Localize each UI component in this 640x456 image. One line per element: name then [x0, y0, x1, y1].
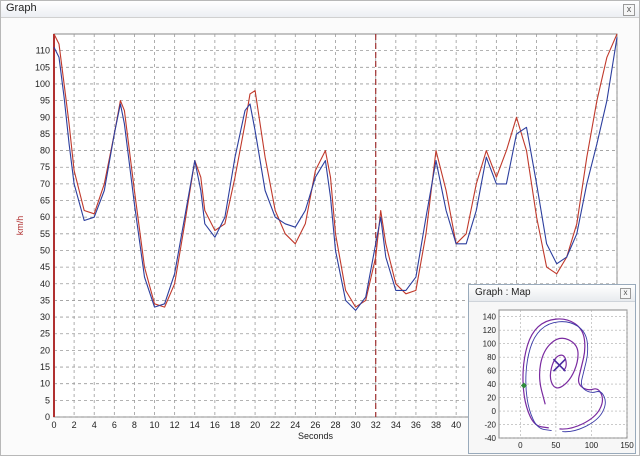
x-tick-label: 8 [132, 420, 137, 430]
x-tick-label: 32 [371, 420, 381, 430]
map-plot-area [498, 309, 628, 439]
y-tick-label: 65 [40, 196, 50, 206]
map-x-tick-label: 150 [620, 441, 634, 450]
y-tick-label: 55 [40, 229, 50, 239]
y-axis-label: km/h [15, 216, 25, 236]
window-title: Graph [6, 2, 37, 14]
y-tick-label: 70 [40, 179, 50, 189]
x-tick-label: 28 [330, 420, 340, 430]
y-tick-label: 40 [40, 279, 50, 289]
x-axis-label: Seconds [298, 431, 334, 441]
map-y-tick-label: 60 [487, 367, 496, 376]
y-tick-label: 35 [40, 295, 50, 305]
y-tick-label: 25 [40, 329, 50, 339]
y-tick-label: 95 [40, 96, 50, 106]
y-tick-label: 30 [40, 312, 50, 322]
map-y-tick-label: 80 [487, 353, 496, 362]
x-tick-label: 2 [72, 420, 77, 430]
map-y-tick-label: 120 [483, 326, 497, 335]
map-y-tick-label: 0 [492, 407, 497, 416]
map-x-tick-label: 50 [551, 441, 560, 450]
x-tick-label: 14 [190, 420, 200, 430]
x-tick-label: 6 [112, 420, 117, 430]
y-tick-label: 110 [36, 46, 50, 56]
y-tick-label: 45 [40, 262, 50, 272]
window-titlebar[interactable]: Graph x [1, 1, 639, 18]
x-tick-label: 36 [411, 420, 421, 430]
y-tick-label: 15 [40, 362, 50, 372]
x-tick-label: 22 [270, 420, 280, 430]
map-title: Graph : Map [475, 287, 531, 298]
y-tick-label: 60 [40, 212, 50, 222]
y-tick-label: 50 [40, 245, 50, 255]
y-tick-label: 5 [45, 395, 50, 405]
y-tick-label: 85 [40, 129, 50, 139]
x-tick-label: 30 [351, 420, 361, 430]
map-y-tick-label: -20 [484, 421, 496, 430]
map-x-tick-label: 100 [585, 441, 599, 450]
map-window: Graph : Map x -40 -20 0 20 40 60 80 100 120 140 0 5… [468, 284, 636, 454]
x-tick-label: 24 [290, 420, 300, 430]
x-tick-label: 34 [391, 420, 401, 430]
x-tick-label: 18 [230, 420, 240, 430]
map-titlebar[interactable]: Graph : Map x [469, 285, 635, 302]
x-tick-label: 0 [51, 420, 56, 430]
y-tick-label: 0 [45, 412, 50, 422]
y-tick-label: 75 [40, 162, 50, 172]
map-y-tick-label: 140 [483, 313, 497, 322]
y-tick-label: 105 [35, 62, 50, 72]
y-tick-label: 80 [40, 146, 50, 156]
x-tick-label: 4 [92, 420, 97, 430]
map-close-button[interactable]: x [620, 288, 631, 299]
x-tick-label: 38 [431, 420, 441, 430]
map-y-tick-label: 100 [483, 340, 497, 349]
y-tick-label: 10 [40, 379, 50, 389]
map-chart[interactable]: -40 -20 0 20 40 60 80 100 120 140 0 50 100 150 [469, 302, 635, 452]
y-tick-label: 90 [40, 112, 50, 122]
close-button[interactable]: x [623, 4, 635, 16]
x-tick-label: 10 [150, 420, 160, 430]
y-tick-label: 20 [40, 345, 50, 355]
map-y-tick-label: -40 [484, 434, 496, 443]
map-y-tick-label: 40 [487, 380, 496, 389]
x-tick-label: 20 [250, 420, 260, 430]
x-tick-label: 16 [210, 420, 220, 430]
map-y-tick-label: 20 [487, 394, 496, 403]
y-tick-label: 100 [35, 79, 50, 89]
x-tick-label: 12 [170, 420, 180, 430]
x-tick-label: 40 [451, 420, 461, 430]
x-tick-label: 26 [310, 420, 320, 430]
map-x-tick-label: 0 [518, 441, 523, 450]
